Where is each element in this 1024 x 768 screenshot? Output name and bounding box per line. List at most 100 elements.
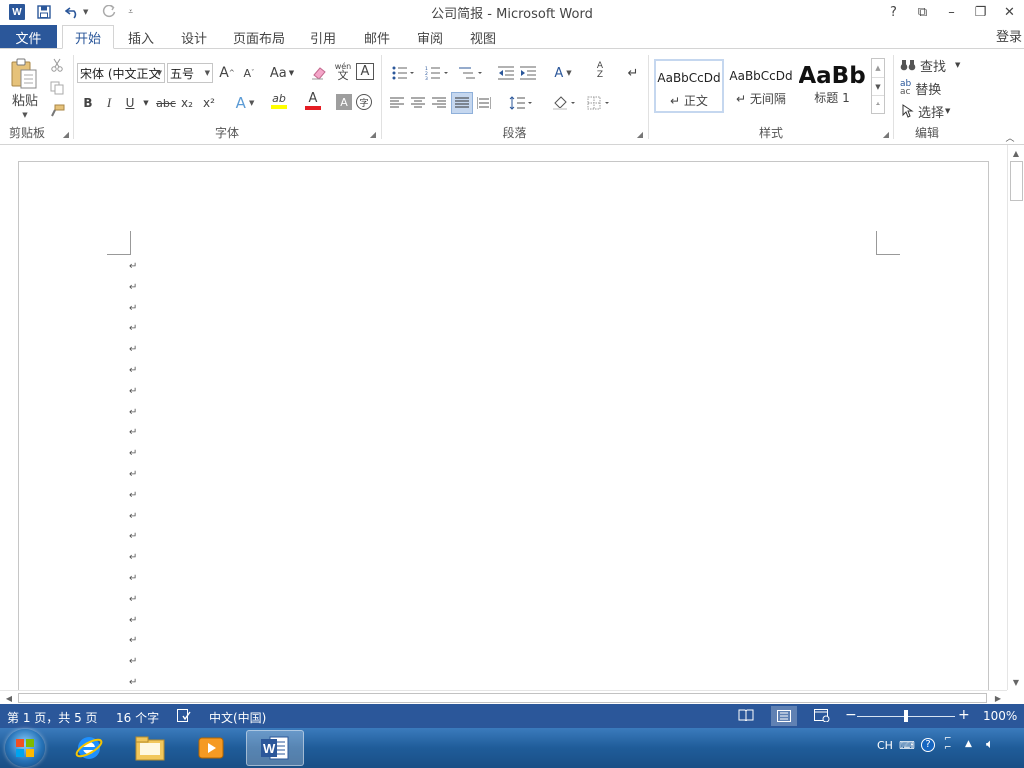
print-layout-icon[interactable] — [771, 706, 797, 726]
style-heading-1[interactable]: AaBb 标题 1 — [799, 59, 865, 113]
minimize-icon[interactable]: – — [937, 0, 966, 24]
redo-icon[interactable] — [102, 2, 116, 22]
scroll-left-icon[interactable]: ◀ — [2, 691, 16, 705]
distributed-icon[interactable] — [475, 93, 493, 113]
zoom-level[interactable]: 100% — [983, 709, 1017, 723]
start-button[interactable] — [5, 729, 45, 767]
taskbar-ie[interactable] — [60, 730, 118, 766]
clipboard-launcher-icon[interactable]: ◢ — [63, 130, 69, 139]
word-count[interactable]: 16 个字 — [116, 709, 159, 726]
zoom-out-icon[interactable]: − — [845, 707, 857, 723]
font-name-combo[interactable]: 宋体 (中文正文 ▼ — [77, 63, 165, 83]
font-launcher-icon[interactable]: ◢ — [370, 130, 376, 139]
taskbar-word[interactable]: W — [246, 730, 304, 766]
highlight-color-icon[interactable]: ab — [264, 91, 294, 111]
paste-icon[interactable] — [8, 57, 40, 91]
help-tray-icon[interactable]: ? — [921, 738, 935, 752]
change-case-icon[interactable]: Aa ▼ — [267, 63, 297, 83]
restore-icon[interactable]: ❐ — [966, 0, 995, 24]
find-button[interactable]: 查找 ▼ — [900, 55, 966, 75]
vertical-scrollbar[interactable]: ▲ ▼ — [1007, 145, 1024, 690]
scroll-up-icon[interactable]: ▲ — [1008, 146, 1024, 160]
page-count[interactable]: 第 1 页，共 5 页 — [7, 709, 98, 726]
proofing-icon[interactable] — [177, 709, 191, 725]
close-icon[interactable]: ✕ — [995, 0, 1024, 24]
shrink-font-icon[interactable]: Aˇ — [240, 63, 258, 83]
style-normal[interactable]: AaBbCcDd ↵ 正文 — [654, 59, 724, 113]
customize-qat-icon[interactable]: ⩡ — [128, 2, 133, 22]
zoom-in-icon[interactable]: + — [958, 707, 970, 723]
tab-home[interactable]: 开始 — [62, 25, 114, 49]
clear-formatting-icon[interactable] — [310, 63, 328, 83]
increase-indent-icon[interactable] — [518, 63, 538, 83]
read-mode-icon[interactable] — [738, 709, 754, 724]
taskbar-media-player[interactable] — [182, 730, 240, 766]
undo-icon[interactable] — [65, 2, 81, 22]
tab-mailings[interactable]: 邮件 — [354, 25, 400, 49]
ribbon-display-icon[interactable]: ⧉ — [908, 0, 937, 24]
document-page[interactable]: ↵ ↵ ↵ ↵ ↵ ↵ ↵ ↵ ↵ ↵ ↵ ↵ ↵ ↵ ↵ ↵ ↵ ↵ ↵ ↵ ↵ — [18, 161, 989, 701]
enclose-characters-icon[interactable]: 字 — [356, 94, 372, 110]
justify-icon[interactable] — [451, 92, 473, 114]
taskbar-explorer[interactable] — [121, 730, 179, 766]
decrease-indent-icon[interactable] — [496, 63, 516, 83]
paste-dropdown-icon[interactable]: ▼ — [18, 105, 32, 125]
cut-icon[interactable] — [48, 55, 66, 75]
align-left-icon[interactable] — [388, 93, 406, 113]
volume-icon[interactable]: 🔈︎ — [986, 737, 994, 752]
word-app-icon[interactable]: W — [9, 4, 25, 20]
collapse-ribbon-icon[interactable]: ︿ — [1002, 127, 1018, 147]
web-layout-icon[interactable] — [814, 709, 830, 725]
zoom-slider[interactable] — [857, 710, 955, 722]
input-options-icon[interactable]: ⌐ ⌐ — [944, 735, 952, 753]
input-language[interactable]: CH — [877, 739, 893, 752]
tab-references[interactable]: 引用 — [300, 25, 346, 49]
show-formatting-marks-icon[interactable]: ↵ — [624, 63, 642, 83]
superscript-button[interactable]: x² — [200, 93, 218, 113]
horizontal-scrollbar[interactable]: ◀ ▶ — [0, 690, 1007, 704]
phonetic-guide-icon[interactable]: wén 文 — [332, 61, 354, 81]
multilevel-list-icon[interactable] — [456, 63, 486, 83]
shading-icon[interactable] — [550, 93, 580, 113]
borders-icon[interactable] — [584, 93, 614, 113]
zoom-slider-thumb[interactable] — [904, 710, 908, 722]
show-hidden-icons[interactable]: ▲ — [965, 739, 972, 749]
align-right-icon[interactable] — [430, 93, 448, 113]
tab-review[interactable]: 审阅 — [407, 25, 453, 49]
numbering-icon[interactable]: 123 — [422, 63, 452, 83]
keyboard-icon[interactable]: ⌨ — [899, 739, 915, 752]
italic-button[interactable]: I — [100, 93, 118, 113]
scroll-right-icon[interactable]: ▶ — [991, 691, 1005, 705]
horizontal-scroll-thumb[interactable] — [18, 693, 987, 703]
asian-layout-icon[interactable]: A ▼ — [548, 63, 578, 83]
save-icon[interactable] — [37, 2, 51, 22]
strikethrough-button[interactable]: abc — [154, 93, 178, 113]
line-spacing-icon[interactable] — [506, 93, 536, 113]
style-no-spacing[interactable]: AaBbCcDd ↵ 无间隔 — [726, 59, 796, 113]
grow-font-icon[interactable]: A ^ — [218, 63, 236, 83]
font-color-icon[interactable]: A — [298, 91, 328, 111]
subscript-button[interactable]: x₂ — [178, 93, 196, 113]
character-shading-icon[interactable]: A — [336, 94, 352, 110]
underline-dropdown-icon[interactable]: ▼ — [142, 93, 150, 113]
vertical-scroll-thumb[interactable] — [1010, 161, 1023, 201]
tab-page-layout[interactable]: 页面布局 — [228, 25, 290, 49]
tab-file[interactable]: 文件 — [0, 25, 57, 49]
sort-icon[interactable]: AZ — [590, 61, 610, 81]
text-effects-icon[interactable]: A ▼ — [230, 93, 260, 113]
tab-view[interactable]: 视图 — [460, 25, 506, 49]
font-size-combo[interactable]: 五号 ▼ — [167, 63, 213, 83]
paragraph-launcher-icon[interactable]: ◢ — [637, 130, 643, 139]
language-status[interactable]: 中文(中国) — [209, 709, 266, 726]
styles-more-icon[interactable]: ⩡ — [872, 95, 884, 113]
copy-icon[interactable] — [48, 78, 66, 98]
tab-insert[interactable]: 插入 — [118, 25, 164, 49]
styles-up-icon[interactable]: ▲ — [872, 59, 884, 77]
bold-button[interactable]: B — [79, 93, 97, 113]
login-link[interactable]: 登录 — [996, 26, 1022, 45]
align-center-icon[interactable] — [409, 93, 427, 113]
help-icon[interactable]: ? — [879, 0, 908, 24]
undo-dropdown-icon[interactable]: ▼ — [83, 2, 88, 22]
styles-down-icon[interactable]: ▼ — [872, 77, 884, 95]
bullets-icon[interactable] — [388, 63, 418, 83]
